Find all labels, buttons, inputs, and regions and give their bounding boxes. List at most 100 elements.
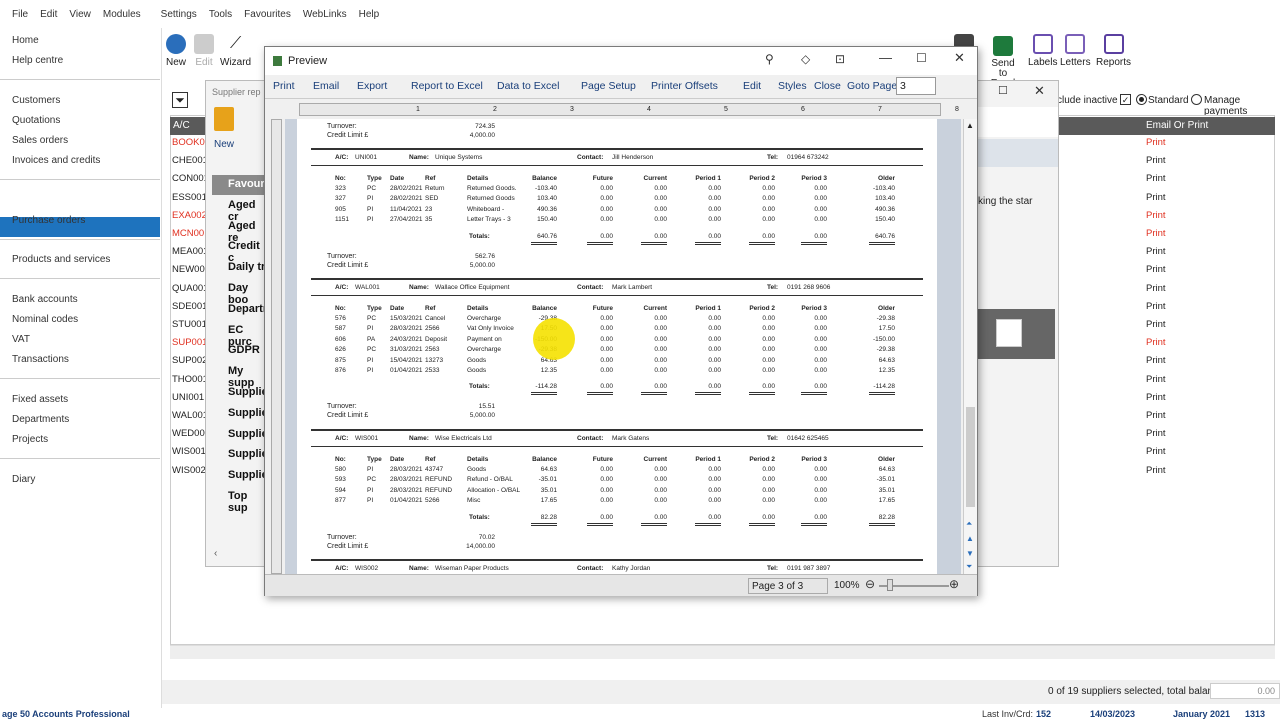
menu-modules[interactable]: Modules: [103, 9, 141, 20]
report-list-item[interactable]: Daily tr: [228, 261, 265, 273]
account-code-cell[interactable]: WIS002: [172, 465, 206, 476]
account-code-cell[interactable]: MCN001: [172, 228, 210, 239]
labels-button[interactable]: Labels: [1028, 34, 1057, 68]
account-code-cell[interactable]: ESS001: [172, 192, 207, 203]
email-print-cell[interactable]: Print: [1146, 283, 1166, 294]
manage-payments-radio[interactable]: [1191, 94, 1202, 105]
email-print-cell[interactable]: Print: [1146, 446, 1166, 457]
letters-button[interactable]: Letters: [1060, 34, 1091, 68]
ac-column-header[interactable]: A/C: [173, 120, 190, 131]
preview-print-button[interactable]: Print: [273, 80, 295, 92]
standard-radio[interactable]: [1136, 94, 1147, 105]
nav-suppliers[interactable]: Suppliers: [12, 195, 54, 206]
nav-transactions[interactable]: Transactions: [12, 354, 69, 365]
goto-page-input[interactable]: 3: [896, 77, 936, 95]
close-icon[interactable]: ✕: [954, 50, 965, 66]
account-code-cell[interactable]: UNI001: [172, 392, 204, 403]
account-code-cell[interactable]: CON001: [172, 173, 209, 184]
nav-quotations[interactable]: Quotations: [12, 115, 60, 126]
move-icon[interactable]: ◇: [801, 52, 810, 66]
menu-view[interactable]: View: [69, 9, 91, 20]
reports-button[interactable]: Reports: [1096, 34, 1131, 68]
nav-departments[interactable]: Departments: [12, 414, 69, 425]
report-to-excel-button[interactable]: Report to Excel: [411, 80, 483, 92]
account-code-cell[interactable]: SDE001: [172, 301, 207, 312]
scroll-left-icon[interactable]: ‹: [214, 548, 217, 559]
pin-icon[interactable]: ⚲: [765, 52, 774, 66]
nav-invoices[interactable]: Invoices and credits: [12, 155, 100, 166]
preview-email-button[interactable]: Email: [313, 80, 339, 92]
last-page-icon[interactable]: ⏷: [966, 562, 972, 572]
first-page-icon[interactable]: ⏶: [966, 519, 972, 529]
menu-edit[interactable]: Edit: [40, 9, 57, 20]
zoom-out-icon[interactable]: ⊖: [865, 577, 875, 591]
printer-offsets-button[interactable]: Printer Offsets: [651, 80, 718, 92]
account-code-cell[interactable]: STU001: [172, 319, 207, 330]
maximize-icon[interactable]: ☐: [998, 84, 1008, 97]
account-code-cell[interactable]: QUA001: [172, 283, 208, 294]
nav-vat[interactable]: VAT: [12, 334, 30, 345]
new-button[interactable]: New: [166, 34, 186, 68]
report-list-item[interactable]: Departr: [228, 303, 267, 315]
account-code-cell[interactable]: SUP002: [172, 355, 207, 366]
account-code-cell[interactable]: MEA001: [172, 246, 208, 257]
filter-funnel-icon[interactable]: ⏷: [172, 92, 188, 108]
email-print-cell[interactable]: Print: [1146, 301, 1166, 312]
report-new-button[interactable]: New: [214, 139, 234, 150]
data-to-excel-button[interactable]: Data to Excel: [497, 80, 559, 92]
email-print-cell[interactable]: Print: [1146, 137, 1166, 148]
report-list-item[interactable]: Supplie: [228, 386, 268, 398]
preview-edit-button[interactable]: Edit: [743, 80, 761, 92]
zoom-in-icon[interactable]: ⊕: [949, 577, 959, 591]
scroll-thumb[interactable]: [966, 407, 975, 507]
email-print-cell[interactable]: Print: [1146, 192, 1166, 203]
nav-sales-orders[interactable]: Sales orders: [12, 135, 68, 146]
email-print-cell[interactable]: Print: [1146, 410, 1166, 421]
preview-close-button[interactable]: Close: [814, 80, 841, 92]
email-print-cell[interactable]: Print: [1146, 337, 1166, 348]
report-list-item[interactable]: Supplie: [228, 448, 268, 460]
zoom-slider-thumb[interactable]: [887, 579, 893, 591]
account-code-cell[interactable]: SUP001: [172, 337, 207, 348]
report-list-item[interactable]: Favouri: [228, 178, 268, 190]
preview-vertical-scrollbar[interactable]: ▲ ⏶ ▲ ▼ ⏷: [963, 119, 977, 574]
nav-fixed-assets[interactable]: Fixed assets: [12, 394, 68, 405]
close-icon[interactable]: ✕: [1034, 83, 1045, 99]
dock-icon[interactable]: ⊡: [835, 52, 845, 66]
nav-help-centre[interactable]: Help centre: [12, 55, 63, 66]
wizard-button[interactable]: ⟋ Wizard: [220, 34, 251, 68]
menu-help[interactable]: Help: [359, 9, 380, 20]
horizontal-scrollbar[interactable]: [170, 645, 1275, 659]
menu-weblinks[interactable]: WebLinks: [303, 9, 347, 20]
nav-projects[interactable]: Projects: [12, 434, 48, 445]
nav-customers[interactable]: Customers: [12, 95, 60, 106]
report-list-item[interactable]: Supplie: [228, 469, 268, 481]
scroll-up-icon[interactable]: ▲: [966, 121, 974, 130]
account-code-cell[interactable]: EXA002: [172, 210, 207, 221]
email-print-column-header[interactable]: Email Or Print: [1146, 120, 1208, 131]
prev-page-icon[interactable]: ▲: [966, 534, 974, 543]
email-print-cell[interactable]: Print: [1146, 210, 1166, 221]
styles-button[interactable]: Styles: [778, 80, 807, 92]
nav-home[interactable]: Home: [12, 35, 39, 46]
preview-export-button[interactable]: Export: [357, 80, 387, 92]
include-inactive-checkbox[interactable]: ✓: [1120, 94, 1131, 105]
email-print-cell[interactable]: Print: [1146, 428, 1166, 439]
minimize-icon[interactable]: —: [879, 50, 892, 65]
email-print-cell[interactable]: Print: [1146, 264, 1166, 275]
nav-bank-accounts[interactable]: Bank accounts: [12, 294, 78, 305]
account-code-cell[interactable]: WAL001: [172, 410, 208, 421]
email-print-cell[interactable]: Print: [1146, 246, 1166, 257]
report-list-item[interactable]: GDPR: [228, 344, 260, 356]
email-print-cell[interactable]: Print: [1146, 173, 1166, 184]
edit-button[interactable]: Edit: [194, 34, 214, 68]
next-page-icon[interactable]: ▼: [966, 549, 974, 558]
report-list-item[interactable]: Supplie: [228, 407, 268, 419]
menu-file[interactable]: File: [12, 9, 28, 20]
report-list-item[interactable]: Top sup: [228, 490, 266, 514]
nav-diary[interactable]: Diary: [12, 474, 35, 485]
maximize-icon[interactable]: ☐: [916, 51, 927, 65]
report-list-item[interactable]: Supplie: [228, 428, 268, 440]
nav-purchase-orders[interactable]: Purchase orders: [12, 215, 85, 226]
menu-settings[interactable]: Settings: [161, 9, 197, 20]
